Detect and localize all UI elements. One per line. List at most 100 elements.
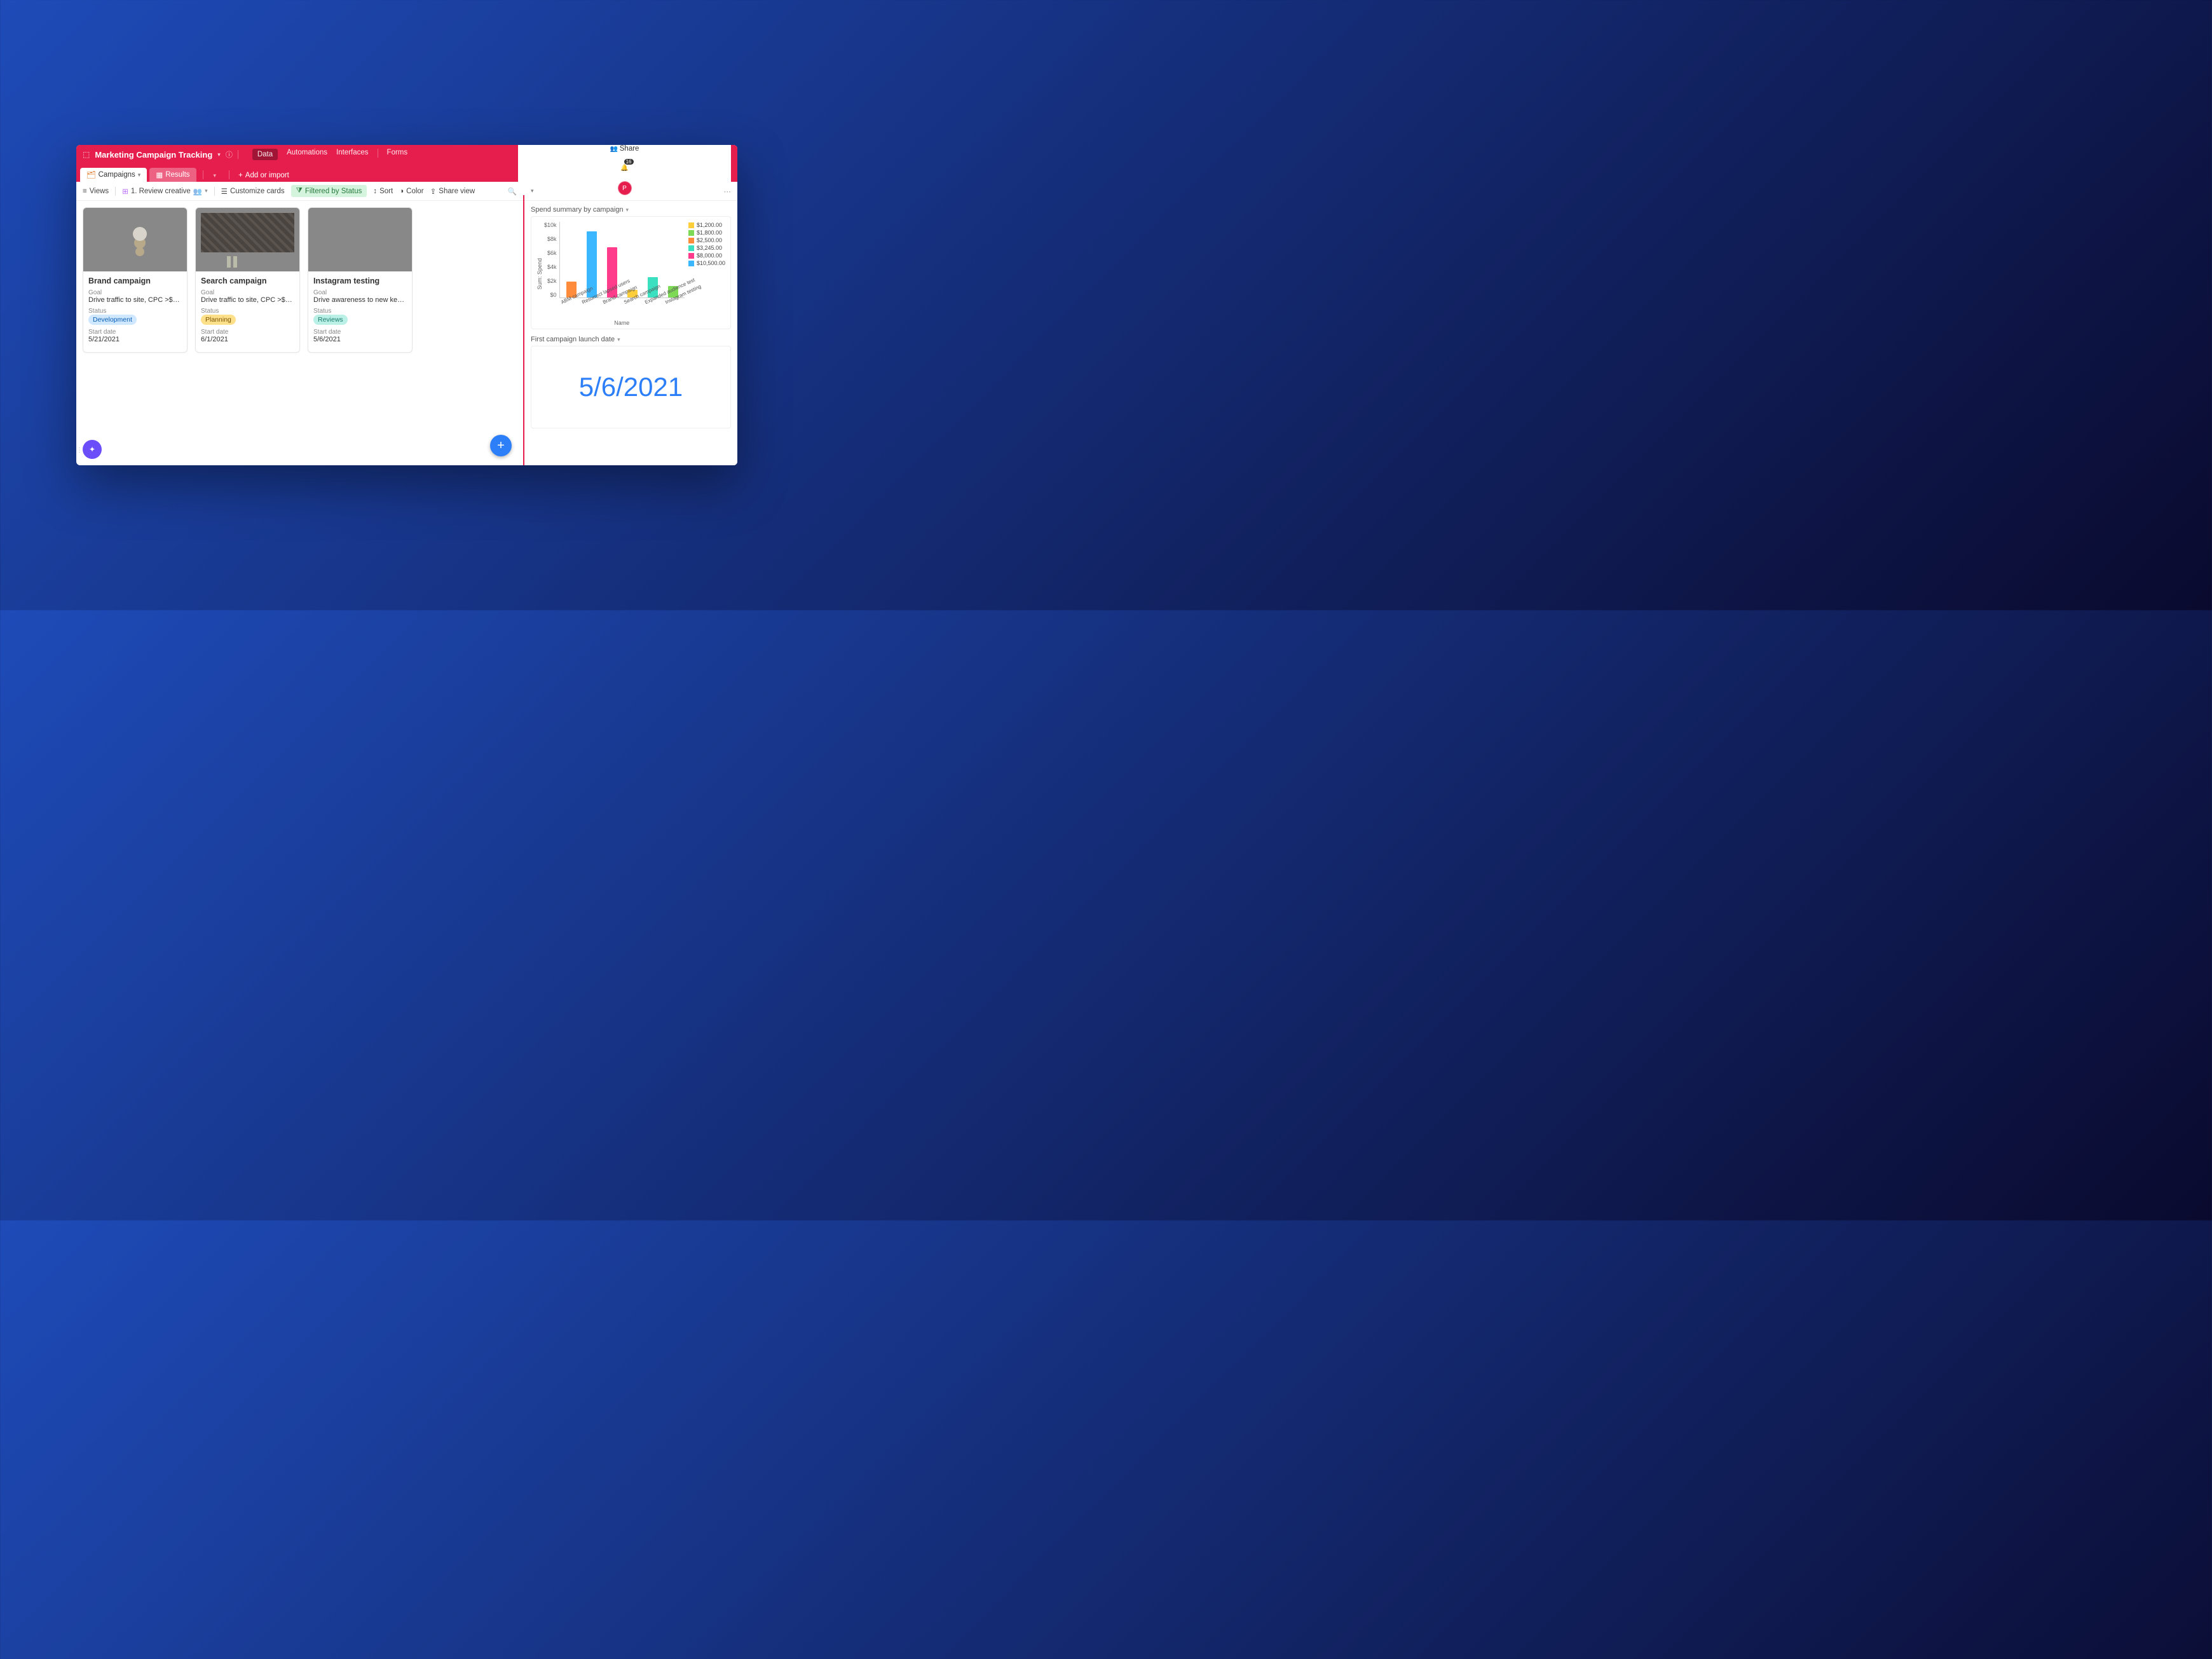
legend-swatch: [688, 261, 694, 266]
status-badge: Reviews: [313, 315, 348, 325]
legend-label: $8,000.00: [697, 252, 722, 259]
date-value: 5/21/2021: [88, 336, 182, 343]
goal-value: Drive awareness to new key accounts, CP…: [313, 296, 407, 304]
view-switcher[interactable]: ⊞1. Review creative 👥 ▾: [122, 187, 207, 196]
date-label: Start date: [88, 329, 182, 336]
x-axis-ticks: ABM campaignResurrect lapsed usersBrand …: [559, 300, 685, 306]
plus-icon: +: [497, 439, 505, 453]
more-icon[interactable]: ⋯: [724, 187, 732, 196]
card-title: Brand campaign: [88, 276, 182, 285]
date-value: 6/1/2021: [201, 336, 294, 343]
legend-swatch: [688, 245, 694, 251]
status-badge: Development: [88, 315, 137, 325]
main-pane: ≡Views ⊞1. Review creative 👥 ▾ ☰Customiz…: [76, 182, 524, 465]
people-icon: 👥: [193, 187, 202, 196]
legend-label: $10,500.00: [697, 260, 725, 266]
sort-button[interactable]: ↕Sort: [373, 188, 393, 195]
legend-swatch: [688, 222, 694, 228]
top-nav: Data Automations Interfaces Forms: [252, 149, 407, 160]
close-icon[interactable]: ✕: [723, 170, 730, 179]
legend-item: $8,000.00: [688, 252, 725, 259]
color-button[interactable]: ◑Color: [399, 188, 423, 195]
y-axis-label: Sum: Spend: [536, 258, 543, 290]
card-gallery: Brand campaign Goal Drive traffic to sit…: [76, 201, 523, 465]
legend-item: $3,245.00: [688, 245, 725, 251]
status-label: Status: [88, 308, 182, 315]
status-badge: Planning: [201, 315, 236, 325]
notification-count: 16: [624, 159, 634, 165]
goal-value: Drive traffic to site, CPC >$1.50: [201, 296, 294, 304]
tab-campaigns[interactable]: 🗂 Campaigns ▾: [80, 168, 147, 182]
tab-results[interactable]: ▦ Results: [149, 168, 196, 182]
chevron-down-icon[interactable]: ▾: [217, 151, 221, 158]
legend-label: $1,200.00: [697, 222, 722, 228]
tab-dropdown[interactable]: ▾: [207, 170, 223, 182]
add-record-fab[interactable]: +: [490, 435, 512, 456]
add-or-import-button[interactable]: +Add or import: [233, 169, 294, 182]
avatar[interactable]: P: [618, 181, 632, 195]
filter-icon: ⧩: [296, 187, 303, 195]
app-window: ⬚ Marketing Campaign Tracking ▾ ⓘ Data A…: [76, 145, 737, 465]
date-value: 5/6/2021: [313, 336, 407, 343]
legend-label: $2,500.00: [697, 237, 722, 243]
nav-automations[interactable]: Automations: [287, 149, 327, 160]
customize-cards-button[interactable]: ☰Customize cards: [221, 187, 285, 196]
campaign-card[interactable]: Instagram testing Goal Drive awareness t…: [308, 207, 413, 353]
card-image: [308, 208, 412, 271]
expand-icon[interactable]: ⛶: [712, 170, 717, 179]
chevron-down-icon[interactable]: ▾: [205, 188, 208, 195]
topbar: ⬚ Marketing Campaign Tracking ▾ ⓘ Data A…: [76, 145, 737, 164]
workspace-icon[interactable]: ⬚: [83, 150, 90, 159]
chevron-down-icon[interactable]: ▾: [138, 172, 141, 179]
campaign-card[interactable]: Brand campaign Goal Drive traffic to sit…: [83, 207, 188, 353]
date-label: Start date: [201, 329, 294, 336]
chevron-down-icon[interactable]: ▾: [531, 188, 534, 195]
legend-item: $1,800.00: [688, 229, 725, 236]
info-icon[interactable]: ⓘ: [226, 149, 233, 160]
nav-interfaces[interactable]: Interfaces: [336, 149, 369, 160]
card-image: [83, 208, 187, 271]
search-icon[interactable]: 🔍: [508, 187, 517, 196]
nav-forms[interactable]: Forms: [387, 149, 408, 160]
hamburger-icon: ≡: [83, 188, 87, 195]
campaign-card[interactable]: Search campaign Goal Drive traffic to si…: [195, 207, 300, 353]
spend-chart: Sum: Spend $10k$8k$6k$4k$2k$0 ABM campai…: [531, 216, 731, 329]
table-icon: ▦: [156, 170, 163, 179]
share-view-button[interactable]: ⇪Share view: [430, 187, 475, 196]
legend-swatch: [688, 238, 694, 243]
goal-label: Goal: [313, 289, 407, 296]
card-title: Instagram testing: [313, 276, 407, 285]
launch-section-title[interactable]: First campaign launch date▾: [531, 336, 731, 343]
base-title[interactable]: Marketing Campaign Tracking: [95, 150, 212, 160]
card-image: [196, 208, 299, 271]
bell-icon: 🔔: [620, 165, 628, 172]
chart-section-title[interactable]: Spend summary by campaign▾: [531, 206, 731, 214]
launch-date-value: 5/6/2021: [531, 346, 731, 428]
nav-data[interactable]: Data: [252, 149, 278, 160]
grid-icon: ⊞: [122, 187, 128, 196]
share-button[interactable]: 👥 Share: [604, 145, 646, 154]
legend-label: $3,245.00: [697, 245, 722, 251]
ai-assistant-button[interactable]: ✦: [83, 440, 102, 459]
legend-swatch: [688, 253, 694, 259]
paint-icon: ◑: [399, 188, 404, 195]
x-axis-label: Name: [559, 320, 685, 326]
views-button[interactable]: ≡Views: [83, 188, 109, 195]
dashboard-pane: ▾ Campaign tracking dashboard +Add an ex…: [524, 182, 737, 465]
goal-value: Drive traffic to site, CPC >$2.25: [88, 296, 182, 304]
legend-item: $10,500.00: [688, 260, 725, 266]
y-tick: $6k: [547, 250, 557, 256]
goal-label: Goal: [88, 289, 182, 296]
filter-button[interactable]: ⧩ Filtered by Status: [291, 185, 367, 197]
share-icon: ⇪: [430, 187, 437, 196]
y-tick: $2k: [547, 278, 557, 284]
status-label: Status: [313, 308, 407, 315]
legend-item: $2,500.00: [688, 237, 725, 243]
chart-legend: $1,200.00$1,800.00$2,500.00 $3,245.00$8,0…: [688, 222, 725, 326]
table-icon: 🗂: [86, 170, 96, 179]
sort-icon: ↕: [373, 188, 377, 195]
legend-swatch: [688, 230, 694, 236]
sparkle-icon: ✦: [89, 445, 95, 454]
notifications-button[interactable]: 🔔 16: [618, 161, 632, 175]
card-title: Search campaign: [201, 276, 294, 285]
